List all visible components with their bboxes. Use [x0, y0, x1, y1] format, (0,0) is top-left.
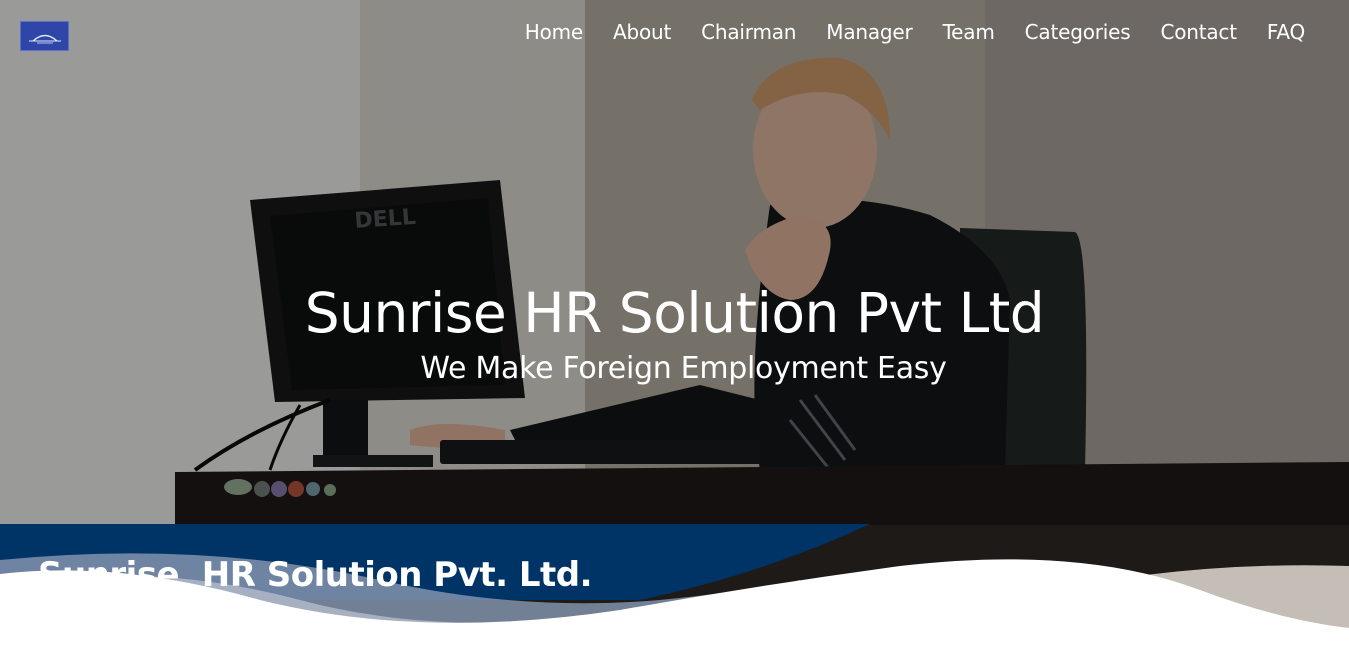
hero-title: Sunrise HR Solution Pvt Ltd [304, 281, 1045, 345]
nav-item-chairman[interactable]: Chairman [701, 18, 796, 46]
nav-item-faq[interactable]: FAQ [1267, 18, 1305, 46]
sunrise-logo-icon [28, 34, 61, 44]
company-name-heading: Sunrise HR Solution Pvt. Ltd. [38, 555, 593, 595]
nav-item-team[interactable]: Team [943, 18, 995, 46]
nav-item-about[interactable]: About [613, 18, 671, 46]
hero-subtitle: We Make Foreign Employment Easy [420, 351, 947, 386]
nav-item-manager[interactable]: Manager [826, 18, 912, 46]
main-nav: Home About Chairman Manager Team Categor… [525, 18, 1305, 46]
nav-item-contact[interactable]: Contact [1160, 18, 1237, 46]
site-logo[interactable] [20, 21, 69, 51]
nav-item-home[interactable]: Home [525, 18, 583, 46]
nav-item-categories[interactable]: Categories [1025, 18, 1131, 46]
